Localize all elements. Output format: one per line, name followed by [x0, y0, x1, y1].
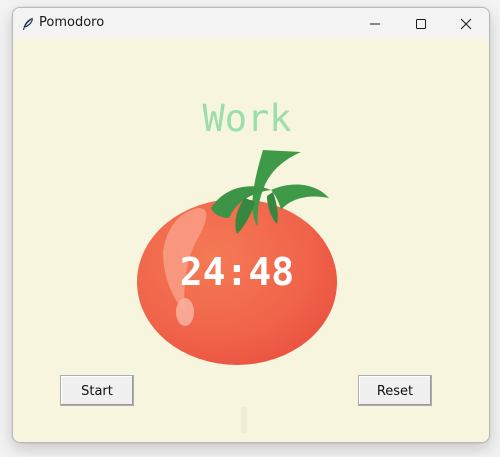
- feather-icon: [21, 16, 35, 30]
- mode-label: Work: [202, 97, 292, 140]
- checkmarks-label: [241, 407, 247, 433]
- minimize-icon: [370, 23, 380, 25]
- maximize-icon: [416, 19, 426, 29]
- window-title: Pomodoro: [39, 15, 105, 30]
- maximize-button[interactable]: [398, 8, 444, 39]
- timer-display: 24:48: [179, 250, 295, 294]
- pomodoro-window: Pomodoro Work 24:48 Start Reset: [12, 7, 490, 443]
- close-icon: [460, 18, 472, 30]
- reset-button[interactable]: Reset: [358, 375, 432, 406]
- minimize-button[interactable]: [352, 8, 398, 39]
- app-content: Work 24:48 Start Reset: [13, 39, 489, 442]
- start-button[interactable]: Start: [60, 375, 134, 406]
- close-button[interactable]: [443, 8, 489, 39]
- title-bar[interactable]: Pomodoro: [13, 8, 489, 39]
